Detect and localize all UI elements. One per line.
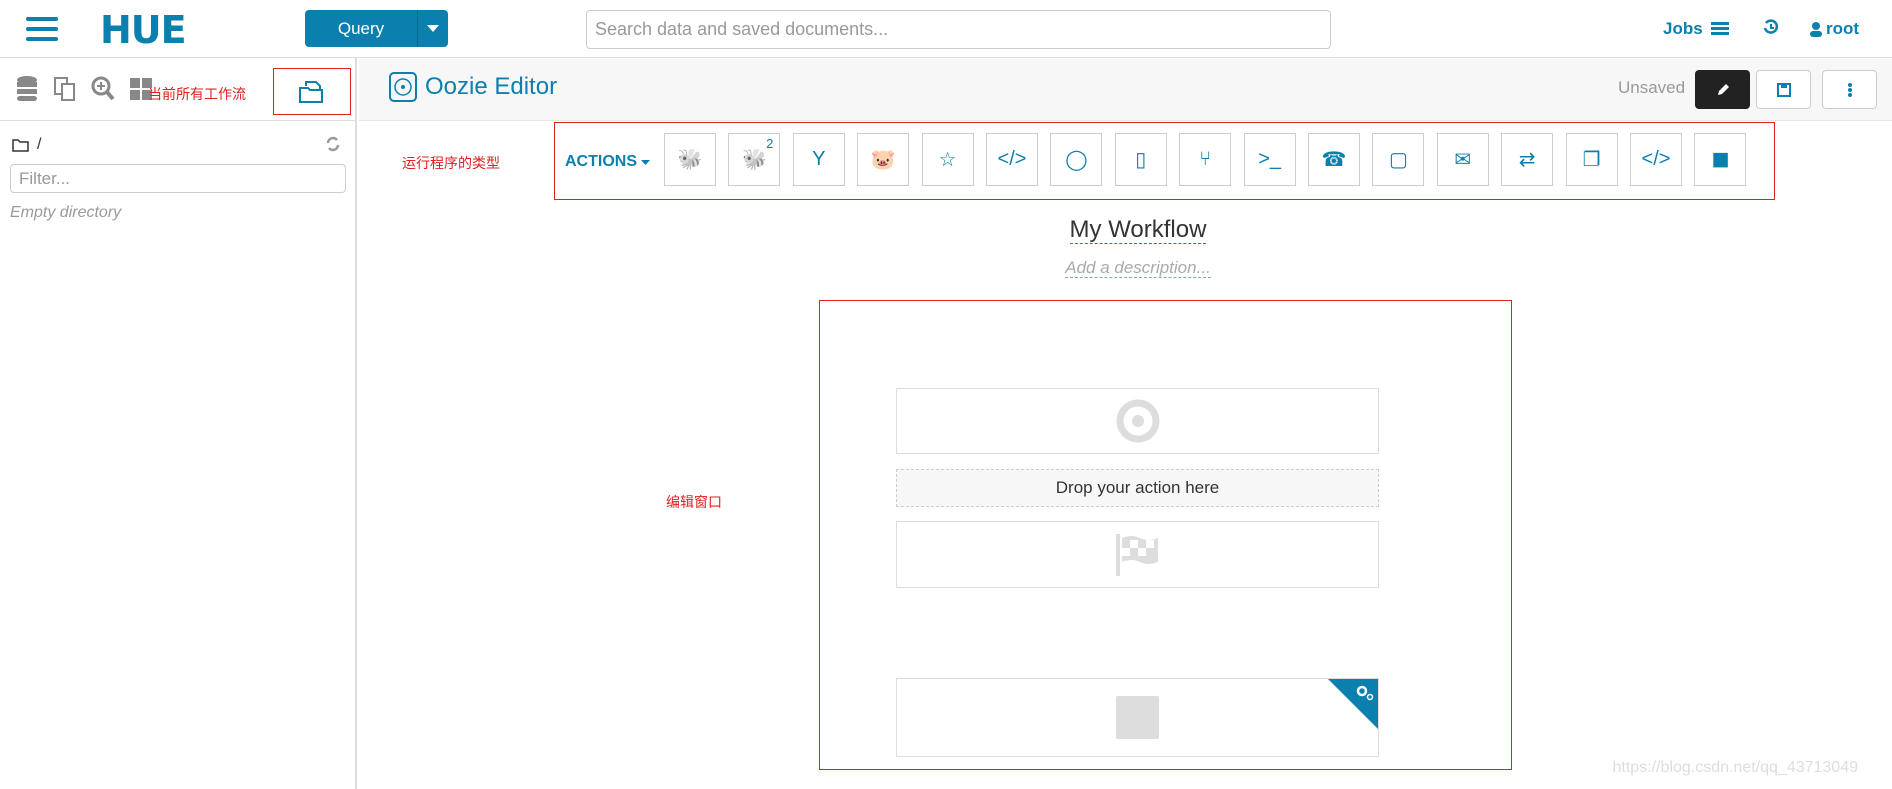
pig-icon: 🐷 (870, 149, 896, 171)
start-target-icon (1116, 399, 1159, 443)
workflow-description[interactable]: Add a description... (1065, 258, 1211, 278)
workflow-name[interactable]: My Workflow (1069, 216, 1207, 244)
action-button-shell-file[interactable]: ▯ (1114, 133, 1167, 186)
search-zoom-icon[interactable] (90, 76, 116, 102)
annotation-action-types: 运行程序的类型 (402, 155, 500, 171)
sqoop-icon: Y (812, 148, 826, 170)
node-settings-corner[interactable] (1328, 679, 1378, 729)
history-icon[interactable] (1763, 19, 1779, 35)
kill-square-icon (1116, 696, 1159, 739)
refresh-icon[interactable] (325, 136, 341, 152)
action-button-generic-copy[interactable]: ❐ (1565, 133, 1618, 186)
query-label: Query (337, 18, 385, 38)
edit-button[interactable] (1695, 70, 1750, 109)
kill-node[interactable] (896, 678, 1379, 757)
action-button-subworkflow[interactable]: ◯ (1050, 133, 1103, 186)
folder-icon (12, 139, 29, 152)
jobs-label: Jobs (1663, 19, 1703, 38)
user-name: root (1826, 19, 1860, 38)
annotation-workflows: 当前所有工作流 (148, 86, 246, 102)
actions-label: ACTIONS (565, 153, 637, 170)
action-button-sqoop[interactable]: Y (792, 133, 845, 186)
streaming-icon: ⇄ (1518, 149, 1536, 171)
hive2-badge: 2 (766, 136, 774, 151)
workflows-folder-button[interactable] (273, 68, 351, 115)
checkered-flag-icon (1115, 533, 1158, 576)
shell-file-icon: ▯ (1135, 149, 1147, 171)
action-button-kill[interactable]: ■ (1694, 133, 1747, 186)
path-breadcrumb[interactable]: / (12, 136, 41, 154)
hive2-icon: 🐝 (741, 149, 767, 171)
editor-header: Oozie Editor Unsaved (359, 58, 1892, 121)
filter-input[interactable] (10, 164, 346, 193)
left-sidebar: 当前所有工作流 / Empty directory (0, 58, 357, 789)
email-icon: ✉ (1454, 149, 1472, 171)
action-button-hive2[interactable]: 🐝 2 (728, 133, 781, 186)
save-button[interactable] (1756, 70, 1811, 109)
documents-icon[interactable] (52, 76, 78, 102)
generic-copy-icon: ❐ (1582, 149, 1601, 171)
oozie-icon (389, 72, 417, 102)
workflow-description-wrap: Add a description... (0, 258, 1892, 278)
end-node[interactable] (896, 521, 1379, 588)
action-button-pig[interactable]: 🐷 (857, 133, 910, 186)
fork-icon: ⑂ (1199, 148, 1212, 170)
page-title: Oozie Editor (425, 73, 558, 100)
pencil-icon (1717, 83, 1729, 95)
drop-zone-text: Drop your action here (1055, 478, 1220, 497)
action-button-fs[interactable]: ▢ (1372, 133, 1425, 186)
hive-icon: 🐝 (677, 149, 703, 171)
java-icon: </> (997, 148, 1027, 170)
query-button[interactable]: Query (305, 10, 448, 47)
fs-icon: ▢ (1388, 149, 1408, 171)
kill-icon: ■ (1711, 142, 1730, 176)
search-input[interactable] (586, 10, 1331, 49)
path-text: / (37, 136, 42, 153)
drop-zone[interactable]: Drop your action here (896, 469, 1379, 507)
caret-down-icon[interactable] (417, 10, 448, 47)
sidebar-toolbar: 当前所有工作流 (0, 58, 355, 121)
xml-icon: </> (1641, 148, 1671, 170)
action-button-email[interactable]: ✉ (1436, 133, 1489, 186)
watermark: https://blog.csdn.net/qq_43713049 (1612, 759, 1858, 776)
action-button-xml[interactable]: </> (1630, 133, 1682, 186)
user-icon (1810, 21, 1822, 37)
jobs-link[interactable]: Jobs (1663, 19, 1729, 39)
save-status: Unsaved (1618, 78, 1686, 97)
action-button-spark[interactable]: ☆ (921, 133, 974, 186)
save-icon (1776, 82, 1791, 97)
jobs-list-icon (1710, 22, 1729, 35)
spark-icon: ☆ (938, 149, 957, 171)
subworkflow-icon: ◯ (1065, 149, 1088, 171)
caret-down-icon (641, 159, 650, 165)
start-node[interactable] (896, 388, 1379, 454)
more-vertical-icon (1847, 82, 1852, 97)
folder-open-icon (299, 80, 323, 103)
annotation-canvas: 编辑窗口 (666, 494, 722, 510)
database-icon[interactable] (14, 76, 40, 102)
action-button-hive[interactable]: 🐝 (664, 133, 716, 186)
action-button-distcp[interactable]: ☎ (1308, 133, 1360, 186)
hue-logo[interactable]: HUE (100, 8, 187, 52)
actions-dropdown[interactable]: ACTIONS (565, 153, 650, 171)
action-button-java[interactable]: </> (986, 133, 1038, 186)
menu-hamburger-icon[interactable] (26, 17, 58, 43)
user-menu[interactable]: root (1810, 19, 1859, 39)
action-button-streaming[interactable]: ⇄ (1501, 133, 1554, 186)
workflow-name-wrap: My Workflow (0, 216, 1892, 244)
more-options-button[interactable] (1822, 70, 1877, 109)
action-button-fork[interactable]: ⑂ (1179, 133, 1232, 186)
action-button-ssh[interactable]: >_ (1243, 133, 1296, 186)
ssh-icon: >_ (1258, 148, 1281, 170)
top-navbar: HUE Query Jobs root (0, 0, 1892, 58)
distcp-icon: ☎ (1321, 149, 1347, 171)
